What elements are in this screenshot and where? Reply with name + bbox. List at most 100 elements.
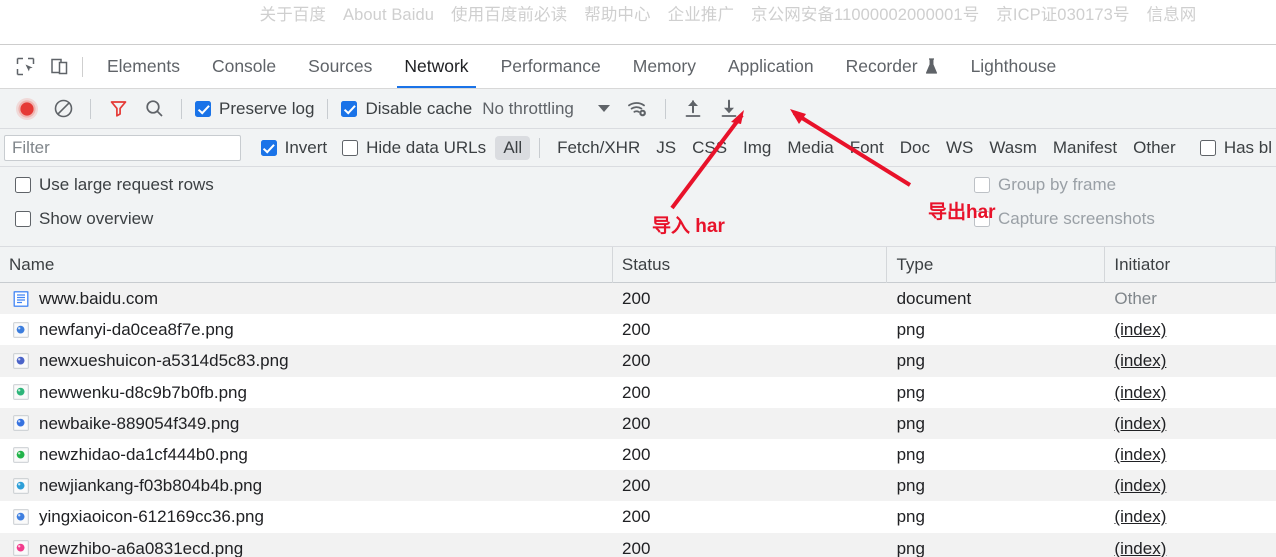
- filter-type-wasm[interactable]: Wasm: [981, 136, 1045, 160]
- initiator-link[interactable]: (index): [1114, 351, 1166, 370]
- show-overview-checkbox[interactable]: Show overview: [11, 209, 218, 229]
- filter-type-css[interactable]: CSS: [684, 136, 735, 160]
- invert-box: [260, 139, 277, 156]
- clear-button[interactable]: [45, 94, 81, 124]
- cell-initiator[interactable]: (index): [1105, 408, 1276, 439]
- request-name: newjiankang-f03b804b4b.png: [39, 476, 263, 496]
- cell-initiator[interactable]: (index): [1105, 439, 1276, 470]
- capture-screenshots-checkbox[interactable]: Capture screenshots: [970, 209, 1159, 229]
- tab-label: Network: [404, 56, 469, 76]
- table-row[interactable]: newbaike-889054f349.png 200 png (index): [0, 407, 1276, 439]
- tab-console[interactable]: Console: [196, 45, 292, 88]
- request-name: newzhidao-da1cf444b0.png: [39, 444, 248, 464]
- cell-initiator[interactable]: (index): [1105, 377, 1276, 408]
- filter-type-manifest[interactable]: Manifest: [1045, 136, 1125, 160]
- initiator-link[interactable]: (index): [1114, 383, 1166, 402]
- cell-initiator: Other: [1105, 283, 1276, 314]
- table-row[interactable]: newzhidao-da1cf444b0.png 200 png (index): [0, 438, 1276, 471]
- filter-type-all[interactable]: All: [495, 135, 531, 160]
- invert-label: Invert: [284, 137, 328, 157]
- tab-performance[interactable]: Performance: [485, 45, 617, 88]
- initiator-link[interactable]: (index): [1114, 507, 1166, 526]
- cell-name: newzhidao-da1cf444b0.png: [0, 439, 613, 470]
- initiator-link[interactable]: (index): [1114, 445, 1166, 464]
- footer-link[interactable]: About Baidu: [343, 4, 434, 26]
- filter-funnel-icon[interactable]: [100, 94, 136, 124]
- export-har-icon[interactable]: [711, 94, 747, 124]
- footer-link[interactable]: 帮助中心: [584, 4, 650, 26]
- cell-initiator[interactable]: (index): [1105, 470, 1276, 501]
- preserve-log-checkbox[interactable]: Preserve log: [191, 99, 318, 119]
- column-header-name[interactable]: Name: [0, 247, 613, 283]
- cell-status: 200: [622, 351, 651, 371]
- devtools-screenshot: 关于百度 About Baidu 使用百度前必读 帮助中心 企业推广 京公网安备11000…: [0, 0, 1276, 557]
- tab-sources[interactable]: Sources: [292, 45, 388, 88]
- footer-link[interactable]: 京ICP证030173号: [996, 4, 1129, 26]
- hide-data-urls-checkbox[interactable]: Hide data URLs: [338, 138, 490, 158]
- table-row[interactable]: yingxiaoicon-612169cc36.png 200 png (index): [0, 501, 1276, 533]
- group-by-frame-checkbox[interactable]: Group by frame: [970, 175, 1159, 195]
- use-large-request-rows-checkbox[interactable]: Use large request rows: [11, 175, 218, 195]
- cell-initiator[interactable]: (index): [1105, 314, 1276, 345]
- invert-checkbox[interactable]: Invert: [257, 138, 332, 158]
- tab-lighthouse[interactable]: Lighthouse: [955, 45, 1073, 88]
- filter-input[interactable]: [4, 134, 241, 161]
- import-har-icon[interactable]: [675, 94, 711, 124]
- cell-initiator[interactable]: (index): [1105, 345, 1276, 376]
- cell-status: 200: [622, 320, 651, 340]
- footer-link[interactable]: 京公网安备11000002000001号: [751, 4, 979, 26]
- tab-application[interactable]: Application: [712, 45, 830, 88]
- filter-type-font[interactable]: Font: [842, 136, 892, 160]
- device-toolbar-icon[interactable]: [42, 52, 76, 82]
- chevron-down-icon[interactable]: [597, 105, 610, 112]
- disable-cache-checkbox[interactable]: Disable cache: [337, 99, 476, 119]
- throttling-select[interactable]: No throttling: [476, 99, 580, 119]
- table-row[interactable]: newxueshuicon-a5314d5c83.png 200 png (index…: [0, 345, 1276, 377]
- column-header-type[interactable]: Type: [887, 247, 1106, 283]
- filter-type-ws[interactable]: WS: [938, 136, 981, 160]
- footer-link[interactable]: 使用百度前必读: [451, 4, 567, 26]
- table-row[interactable]: newwenku-d8c9b7b0fb.png 200 png (index): [0, 376, 1276, 408]
- table-row[interactable]: newfanyi-da0cea8f7e.png 200 png (index): [0, 314, 1276, 346]
- tab-network[interactable]: Network: [388, 45, 484, 88]
- initiator-link[interactable]: (index): [1114, 320, 1166, 339]
- cell-name: newfanyi-da0cea8f7e.png: [0, 314, 613, 345]
- cell-name: newzhibo-a6a0831ecd.png: [0, 533, 613, 557]
- initiator-link[interactable]: (index): [1114, 476, 1166, 495]
- filter-type-img[interactable]: Img: [735, 136, 779, 160]
- column-header-status[interactable]: Status: [613, 247, 888, 283]
- network-conditions-icon[interactable]: [620, 94, 656, 124]
- show-overview-box: [15, 211, 31, 227]
- filter-type-fetch-xhr[interactable]: Fetch/XHR: [549, 136, 648, 160]
- table-row[interactable]: newjiankang-f03b804b4b.png 200 png (index): [0, 470, 1276, 502]
- request-name: www.baidu.com: [39, 289, 159, 308]
- inspect-element-icon[interactable]: [8, 52, 42, 82]
- annotation-export-har: 导出har: [928, 202, 996, 223]
- cell-type: png: [896, 351, 925, 371]
- search-icon[interactable]: [136, 94, 172, 124]
- tab-recorder[interactable]: Recorder: [830, 45, 955, 88]
- network-filter-bar: Invert Hide data URLs All Fetch/XHRJSCSS…: [0, 129, 1276, 167]
- initiator-link[interactable]: (index): [1114, 539, 1166, 557]
- filter-type-other[interactable]: Other: [1125, 136, 1184, 160]
- has-blocked-cookies-checkbox[interactable]: Has bl: [1196, 138, 1276, 158]
- record-button[interactable]: [9, 94, 45, 124]
- footer-link[interactable]: 关于百度: [260, 4, 326, 26]
- column-header-initiator[interactable]: Initiator: [1105, 247, 1276, 283]
- cell-status: 200: [622, 289, 651, 308]
- cell-name: newjiankang-f03b804b4b.png: [0, 470, 613, 501]
- table-row[interactable]: www.baidu.com 200 document Other: [0, 283, 1276, 315]
- tab-memory[interactable]: Memory: [617, 45, 712, 88]
- request-name: newbaike-889054f349.png: [39, 413, 240, 433]
- tab-elements[interactable]: Elements: [91, 45, 196, 88]
- initiator-link[interactable]: (index): [1114, 414, 1166, 433]
- footer-link[interactable]: 企业推广: [668, 4, 734, 26]
- table-row[interactable]: newzhibo-a6a0831ecd.png 200 png (index): [0, 532, 1276, 557]
- cell-initiator[interactable]: (index): [1105, 533, 1276, 557]
- footer-link[interactable]: 信息网: [1147, 4, 1197, 26]
- cell-initiator[interactable]: (index): [1105, 501, 1276, 532]
- filter-type-media[interactable]: Media: [779, 136, 841, 160]
- use-large-request-rows-box: [15, 177, 31, 193]
- filter-type-doc[interactable]: Doc: [892, 136, 938, 160]
- filter-type-js[interactable]: JS: [648, 136, 684, 160]
